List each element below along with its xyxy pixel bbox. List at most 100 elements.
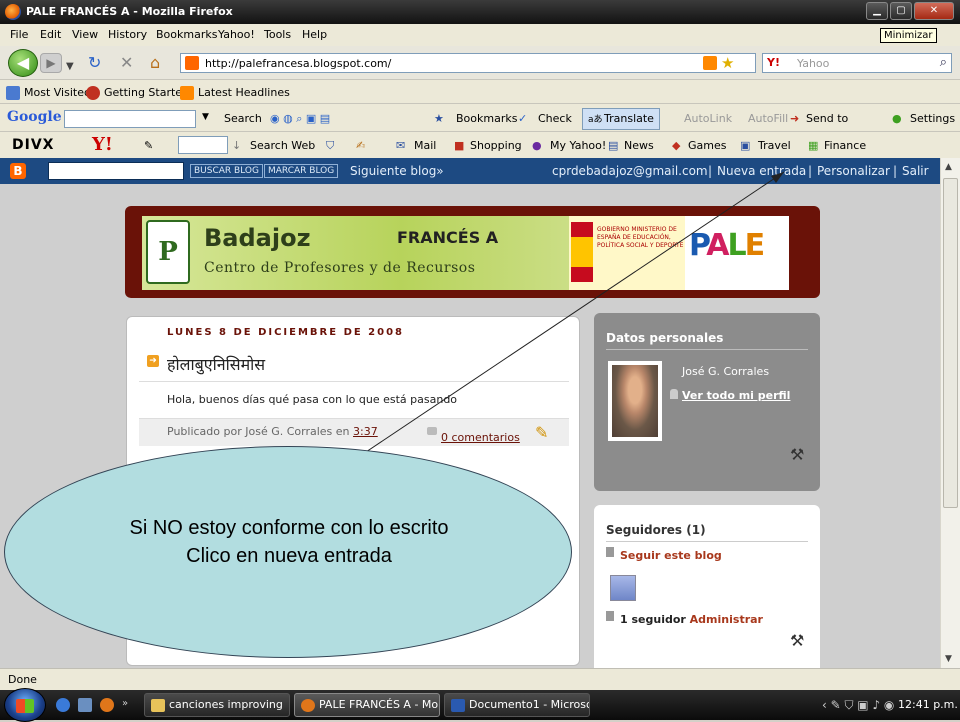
rss-icon[interactable] — [703, 56, 717, 70]
google-logo[interactable]: Google — [7, 109, 62, 125]
blog-header-banner[interactable]: P Badajoz FRANCÉS A Centro de Profesores… — [125, 206, 820, 298]
games-button[interactable]: Games — [688, 139, 726, 152]
ie-icon[interactable] — [56, 698, 70, 712]
maximize-button[interactable]: ▢ — [890, 2, 912, 20]
task-folder[interactable]: canciones improving — [144, 693, 290, 717]
scroll-up-arrow-icon[interactable]: ▲ — [945, 162, 952, 172]
post-time-link[interactable]: 3:37 — [353, 425, 378, 438]
search-engine-icon[interactable]: Y! — [767, 56, 780, 69]
stop-icon[interactable]: ✕ — [120, 54, 133, 72]
window-titlebar[interactable]: PALE FRANCÉS A - Mozilla Firefox ▁ ▢ ✕ — [0, 0, 960, 24]
bookmark-most-visited[interactable]: Most Visited — [24, 86, 91, 99]
view-profile-link[interactable]: Ver todo mi perfil — [682, 389, 790, 402]
start-button[interactable] — [4, 688, 46, 722]
shield-icon[interactable]: ⛉ — [326, 139, 334, 153]
pencil-icon[interactable]: ✎ — [144, 139, 153, 152]
banner-title: Badajoz — [204, 224, 311, 252]
home-icon[interactable]: ⌂ — [150, 54, 160, 72]
autolink-button[interactable]: AutoLink — [684, 112, 732, 125]
divx-logo[interactable]: DIVX — [12, 137, 54, 153]
profile-photo[interactable] — [608, 361, 662, 441]
new-post-link[interactable]: Nueva entrada — [717, 164, 806, 178]
follower-avatar[interactable] — [610, 575, 636, 601]
banner-subtitle: Centro de Profesores y de Recursos — [204, 260, 476, 276]
toolbar-tools-icon[interactable]: ◉ ◍ ⌕ ▣ ▤ — [270, 112, 330, 126]
follow-blog-link[interactable]: Seguir este blog — [620, 549, 722, 562]
travel-button[interactable]: Travel — [758, 139, 791, 152]
check-button[interactable]: Check — [538, 112, 572, 125]
google-search-input[interactable] — [64, 110, 196, 128]
scroll-thumb[interactable] — [943, 178, 958, 508]
menu-help[interactable]: Help — [302, 28, 327, 41]
logout-link[interactable]: Salir — [902, 164, 929, 178]
menu-yahoo[interactable]: Yahoo! — [218, 28, 255, 41]
close-button[interactable]: ✕ — [914, 2, 954, 20]
google-search-button[interactable]: Search — [224, 112, 262, 125]
news-button[interactable]: News — [624, 139, 654, 152]
pale-text: PALE — [689, 228, 765, 263]
blog-search-input[interactable] — [48, 162, 184, 180]
settings-button[interactable]: Settings — [910, 112, 955, 125]
search-blog-button[interactable]: BUSCAR BLOG — [190, 164, 263, 178]
edit-pencil-icon[interactable]: ✎ — [535, 423, 548, 442]
reload-icon[interactable]: ↻ — [88, 54, 101, 72]
next-blog-link[interactable]: Siguiente blog» — [350, 164, 444, 178]
profile-name: José G. Corrales — [682, 365, 770, 378]
blogger-icon[interactable]: B — [10, 163, 26, 179]
minimize-button[interactable]: ▁ — [866, 2, 888, 20]
url-text: http://palefrancesa.blogspot.com/ — [205, 57, 392, 70]
rss-feed-icon — [180, 86, 194, 100]
tools-icon[interactable]: ⚒ — [790, 445, 804, 464]
bookmark-latest-headlines[interactable]: Latest Headlines — [198, 86, 290, 99]
history-dropdown-icon[interactable]: ▼ — [66, 58, 74, 76]
taskbar: » canciones improving PALE FRANCÉS A - M… — [0, 688, 960, 722]
my-yahoo-button[interactable]: My Yahoo! — [550, 139, 606, 152]
my-yahoo-icon: ● — [532, 139, 542, 152]
search-box[interactable]: Y! Yahoo ⌕ — [762, 53, 952, 73]
comments-link[interactable]: 0 comentarios — [441, 431, 520, 444]
customize-link[interactable]: Personalizar — [817, 164, 890, 178]
administer-link[interactable]: Administrar — [690, 613, 763, 626]
translate-button[interactable]: Translate — [604, 112, 654, 125]
back-button[interactable]: ◀ — [8, 49, 38, 77]
menu-view[interactable]: View — [72, 28, 98, 41]
google-dropdown-icon[interactable]: ▼ — [202, 112, 209, 122]
getting-started-icon — [86, 86, 100, 100]
tools-icon[interactable]: ⚒ — [790, 631, 804, 650]
person-icon — [606, 611, 614, 621]
nav-separator: | — [808, 164, 813, 178]
search-web-button[interactable]: Search Web — [250, 139, 315, 152]
menu-tools[interactable]: Tools — [264, 28, 291, 41]
task-word[interactable]: Documento1 - Microso... — [444, 693, 590, 717]
menu-bookmarks[interactable]: Bookmarks — [156, 28, 217, 41]
shopping-button[interactable]: Shopping — [470, 139, 522, 152]
clock[interactable]: 12:41 p.m. — [898, 698, 958, 711]
mail-button[interactable]: Mail — [414, 139, 436, 152]
menu-history[interactable]: History — [108, 28, 147, 41]
finance-button[interactable]: Finance — [824, 139, 866, 152]
firefox-quicklaunch-icon[interactable] — [100, 698, 114, 712]
autofill-button[interactable]: AutoFill — [748, 112, 788, 125]
search-placeholder: Yahoo — [797, 57, 830, 70]
blogger-navbar: B BUSCAR BLOG MARCAR BLOG Siguiente blog… — [0, 158, 940, 184]
forward-button[interactable]: ▶ — [40, 53, 62, 73]
menu-edit[interactable]: Edit — [40, 28, 61, 41]
google-bookmarks-button[interactable]: Bookmarks — [456, 112, 517, 125]
vertical-scrollbar[interactable]: ▲ ▼ — [940, 158, 960, 668]
system-tray-icons[interactable]: ‹ ✎ ⛉ ▣ ♪ ◉ — [822, 698, 894, 713]
flag-blog-button[interactable]: MARCAR BLOG — [264, 164, 339, 178]
scroll-down-arrow-icon[interactable]: ▼ — [945, 654, 952, 664]
desktop-icon[interactable] — [78, 698, 92, 712]
search-icon[interactable]: ⌕ — [940, 55, 947, 70]
url-bar[interactable]: http://palefrancesa.blogspot.com/ ★ — [180, 53, 756, 73]
task-firefox[interactable]: PALE FRANCÉS A - Mo... — [294, 693, 440, 717]
send-to-button[interactable]: Send to — [806, 112, 848, 125]
menu-file[interactable]: File — [10, 28, 28, 41]
pen-icon[interactable]: ✍ — [356, 139, 365, 152]
quicklaunch-more-icon[interactable]: » — [122, 698, 136, 712]
yahoo-search-input[interactable] — [178, 136, 228, 154]
bookmark-star-icon[interactable]: ★ — [721, 54, 734, 72]
post-title[interactable]: होलाबुएनिसिमोस — [167, 353, 265, 375]
yahoo-logo[interactable]: Y! — [92, 134, 113, 155]
bookmark-getting-started[interactable]: Getting Started — [104, 86, 189, 99]
